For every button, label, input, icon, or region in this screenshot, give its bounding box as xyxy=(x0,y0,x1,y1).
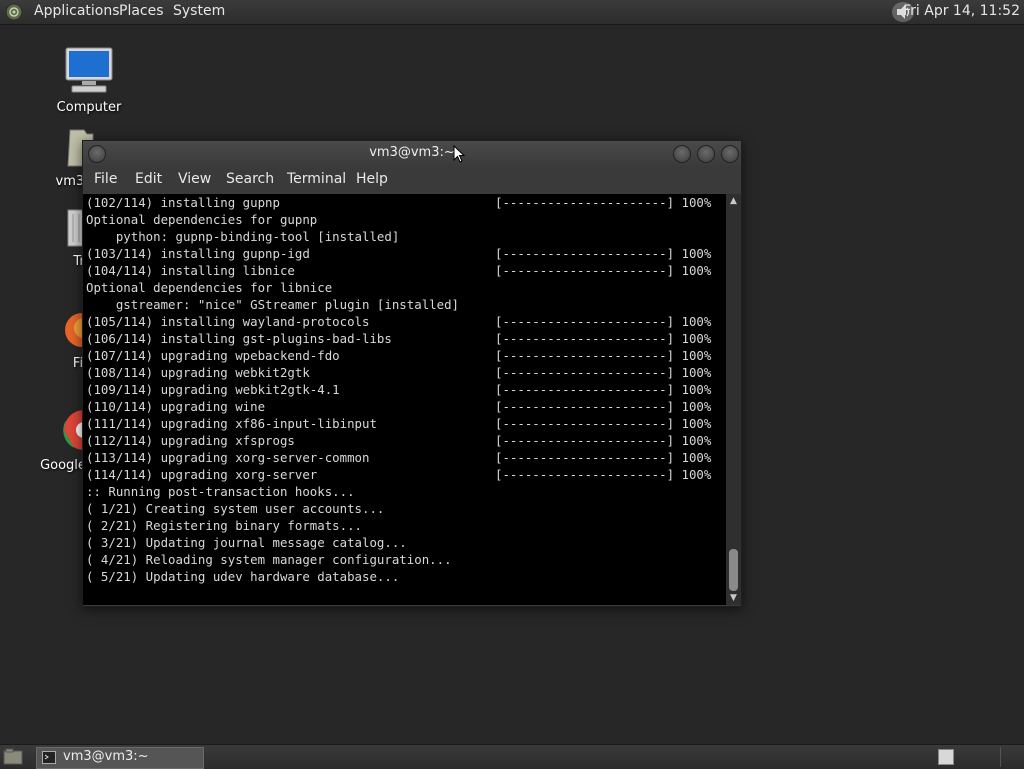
panel-separator xyxy=(1000,747,1001,767)
window-title: vm3@vm3:~ xyxy=(369,145,455,160)
desktop-icon-label: Computer xyxy=(56,100,122,115)
terminal-line: ( 3/21) Updating journal message catalog… xyxy=(86,535,407,550)
terminal-icon xyxy=(42,751,56,764)
terminal-line: (107/114) upgrading wpebackend-fdo xyxy=(86,348,340,363)
terminal-line: (113/114) upgrading xorg-server-common xyxy=(86,450,370,465)
progress-bar-text: [----------------------] 100% xyxy=(495,416,712,431)
terminal-window[interactable]: vm3@vm3:~ File Edit View Search Terminal… xyxy=(82,140,742,607)
terminal-line: (104/114) installing libnice xyxy=(86,263,295,278)
menu-places[interactable]: Places xyxy=(119,2,164,20)
menu-system[interactable]: System xyxy=(173,2,225,20)
desktop-icon-label: Google xyxy=(40,458,86,473)
taskbar-item-terminal[interactable]: vm3@vm3:~ xyxy=(36,747,204,769)
desktop-icon-computer[interactable]: Computer xyxy=(54,46,124,115)
minimize-icon[interactable] xyxy=(673,145,691,163)
terminal-line: ( 1/21) Creating system user accounts... xyxy=(86,501,385,516)
progress-bar-text: [----------------------] 100% xyxy=(495,331,712,346)
terminal-line: python: gupnp-binding-tool [installed] xyxy=(86,229,400,244)
terminal-line: (103/114) installing gupnp-igd xyxy=(86,246,310,261)
clock[interactable]: Fri Apr 14, 11:52 xyxy=(903,2,1020,20)
mouse-cursor-icon xyxy=(453,145,465,163)
menu-file[interactable]: File xyxy=(94,171,117,187)
terminal-line: (111/114) upgrading xf86-input-libinput xyxy=(86,416,377,431)
menu-view[interactable]: View xyxy=(178,171,211,187)
menu-applications[interactable]: Applications xyxy=(34,2,120,20)
terminal-line: (110/114) upgrading wine xyxy=(86,399,266,414)
menu-help[interactable]: Help xyxy=(356,171,388,187)
terminal-line: Optional dependencies for libnice xyxy=(86,280,333,295)
top-panel: Applications Places System Fri Apr 14, 1… xyxy=(0,0,1024,25)
computer-icon xyxy=(65,47,113,93)
progress-bar-text: [----------------------] 100% xyxy=(495,195,712,210)
menu-terminal[interactable]: Terminal xyxy=(287,171,346,187)
progress-bar-text: [----------------------] 100% xyxy=(495,246,712,261)
progress-bar-text: [----------------------] 100% xyxy=(495,365,712,380)
taskbar-item-label: vm3@vm3:~ xyxy=(63,749,149,764)
terminal-line: (109/114) upgrading webkit2gtk-4.1 xyxy=(86,382,340,397)
terminal-line: (108/114) upgrading webkit2gtk xyxy=(86,365,310,380)
menu-search[interactable]: Search xyxy=(226,171,274,187)
terminal-line: ( 2/21) Registering binary formats... xyxy=(86,518,363,533)
terminal-line: ( 4/21) Reloading system manager configu… xyxy=(86,552,452,567)
progress-bar-text: [----------------------] 100% xyxy=(495,450,712,465)
scroll-up-icon[interactable]: ▲ xyxy=(726,194,741,208)
terminal-line: (105/114) installing wayland-protocols xyxy=(86,314,370,329)
maximize-icon[interactable] xyxy=(697,145,715,163)
progress-bar-text: [----------------------] 100% xyxy=(495,399,712,414)
terminal-menubar: File Edit View Search Terminal Help xyxy=(83,167,741,193)
menu-edit[interactable]: Edit xyxy=(135,171,162,187)
progress-bar-text: [----------------------] 100% xyxy=(495,467,712,482)
window-titlebar[interactable]: vm3@vm3:~ xyxy=(83,141,741,167)
close-icon[interactable] xyxy=(721,145,739,163)
progress-bar-text: [----------------------] 100% xyxy=(495,314,712,329)
progress-bar-text: [----------------------] 100% xyxy=(495,382,712,397)
terminal-line: gstreamer: "nice" GStreamer plugin [inst… xyxy=(86,297,459,312)
terminal-scrollbar[interactable]: ▲ ▼ xyxy=(726,194,741,605)
terminal-line: ( 5/21) Updating udev hardware database.… xyxy=(86,569,400,584)
terminal-line: (102/114) installing gupnp xyxy=(86,195,280,210)
terminal-line: (106/114) installing gst-plugins-bad-lib… xyxy=(86,331,392,346)
chrome-icon xyxy=(63,410,104,450)
show-desktop-icon[interactable] xyxy=(3,748,23,766)
terminal-line: (112/114) upgrading xfsprogs xyxy=(86,433,295,448)
bottom-panel: vm3@vm3:~ xyxy=(0,744,1024,769)
progress-bar-text: [----------------------] 100% xyxy=(495,263,712,278)
workspace-switcher[interactable] xyxy=(938,749,954,765)
progress-bar-text: [----------------------] 100% xyxy=(495,433,712,448)
desktop-icon-chrome[interactable]: Google xyxy=(40,408,104,473)
scroll-thumb[interactable] xyxy=(729,549,738,591)
scroll-down-icon[interactable]: ▼ xyxy=(726,591,741,605)
terminal-line: Optional dependencies for gupnp xyxy=(86,212,318,227)
distro-logo-icon[interactable] xyxy=(5,3,23,21)
terminal-line: :: Running post-transaction hooks... xyxy=(86,484,355,499)
progress-bar-text: [----------------------] 100% xyxy=(495,348,712,363)
terminal-line: (114/114) upgrading xorg-server xyxy=(86,467,318,482)
terminal-output[interactable]: (102/114) installing gupnp [-------------… xyxy=(83,194,726,605)
